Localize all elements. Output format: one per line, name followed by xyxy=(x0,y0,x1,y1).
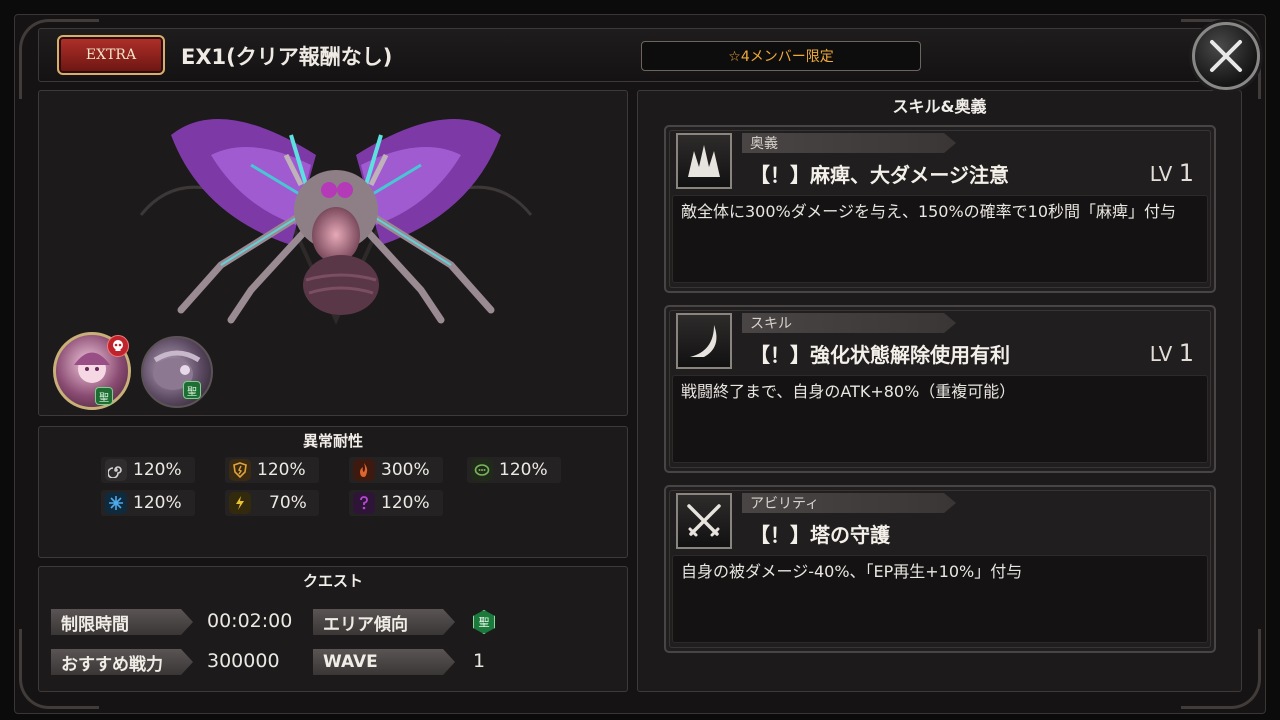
extra-badge: EXTRA xyxy=(57,35,165,75)
skill-description: 戦闘終了まで、自身のATK+80%（重複可能） xyxy=(672,375,1208,463)
skill-type-label: 奥義 xyxy=(742,133,956,153)
freeze-icon xyxy=(105,492,127,514)
attribute-label: 聖 xyxy=(187,386,197,398)
skill-description: 敵全体に300%ダメージを与え、150%の確率で10秒間「麻痺」付与 xyxy=(672,195,1208,283)
resistance-value: 120% xyxy=(499,460,548,480)
close-button[interactable] xyxy=(1192,22,1260,90)
holy-attribute-tile: 聖 xyxy=(473,610,495,634)
skill-card-ultimate[interactable]: 奥義 【！】麻痺、大ダメージ注意 LV 1 敵全体に300%ダメージを与え、15… xyxy=(664,125,1216,293)
skill-icon-frame xyxy=(676,313,732,369)
quest-title: EX1(クリア報酬なし) xyxy=(181,45,393,69)
skill-card-skill[interactable]: スキル 【！】強化状態解除使用有利 LV 1 戦闘終了まで、自身のATK+80%… xyxy=(664,305,1216,473)
status-resistance-panel: 異常耐性 120% 120% 300% 120% 120% 70% 120% xyxy=(38,426,628,558)
confusion-icon xyxy=(353,492,375,514)
resistance-item: 120% xyxy=(101,457,195,483)
resistance-item: 120% xyxy=(349,490,443,516)
skill-level: LV 1 xyxy=(1150,159,1194,187)
skill-name: 【！】麻痺、大ダメージ注意 xyxy=(750,163,1009,187)
skull-icon xyxy=(113,340,123,351)
skill-description: 自身の被ダメージ-40%、「EP再生+10%」付与 xyxy=(672,555,1208,643)
enemy-panel: 聖 聖 xyxy=(38,90,628,416)
paralysis-icon xyxy=(229,492,251,514)
resistance-value: 120% xyxy=(381,493,430,513)
member-limit-label: ☆4メンバー限定 xyxy=(728,49,834,65)
area-tendency-value: 聖 xyxy=(478,616,490,629)
spiral-icon xyxy=(105,459,127,481)
skill-level-label: LV xyxy=(1149,162,1173,186)
skill-type-label: アビリティ xyxy=(742,493,956,513)
quest-header: EXTRA EX1(クリア報酬なし) ☆4メンバー限定 xyxy=(38,28,1242,82)
skills-title: スキル&奥義 xyxy=(892,97,987,116)
resistance-title: 異常耐性 xyxy=(302,432,363,450)
resistance-value: 300% xyxy=(381,460,430,480)
recommended-power-label: おすすめ戦力 xyxy=(51,649,193,675)
resistance-item: 120% xyxy=(225,457,319,483)
quest-info-panel: クエスト 制限時間 00:02:00 エリア傾向 聖 おすすめ戦力 300000… xyxy=(38,566,628,692)
resistance-value: 120% xyxy=(133,460,182,480)
danger-badge xyxy=(107,335,129,357)
enemy-portrait[interactable] xyxy=(141,336,213,408)
resistance-item: 300% xyxy=(349,457,443,483)
skills-panel: スキル&奥義 奥義 【！】麻痺、大ダメージ注意 LV 1 敵全体に300%ダメー… xyxy=(637,90,1242,692)
time-limit-label: 制限時間 xyxy=(51,609,193,635)
skill-name: 【！】強化状態解除使用有利 xyxy=(750,343,1010,367)
silence-icon xyxy=(471,459,493,481)
skill-card-ability[interactable]: アビリティ 【！】塔の守護 自身の被ダメージ-40%、「EP再生+10%」付与 xyxy=(664,485,1216,653)
recommended-power-value: 300000 xyxy=(207,650,280,672)
extra-badge-label: EXTRA xyxy=(85,47,137,63)
time-limit-value: 00:02:00 xyxy=(207,610,293,632)
attribute-label: 聖 xyxy=(99,392,109,404)
quest-info-title: クエスト xyxy=(302,572,363,590)
skill-level: LV 1 xyxy=(1150,339,1194,367)
boss-monster-image xyxy=(139,119,533,325)
skill-icon-frame xyxy=(676,133,732,189)
skill-name: 【！】塔の守護 xyxy=(750,523,890,547)
area-tendency-label: エリア傾向 xyxy=(313,609,455,635)
skill-type-label: スキル xyxy=(742,313,956,333)
resistance-item: 120% xyxy=(467,457,561,483)
close-icon xyxy=(1210,40,1242,72)
skill-level-number: 1 xyxy=(1178,339,1194,367)
wave-value: 1 xyxy=(473,650,486,672)
spikes-icon xyxy=(688,145,720,177)
resistance-value: 120% xyxy=(133,493,182,513)
member-limit-tag: ☆4メンバー限定 xyxy=(641,41,921,71)
resistance-item: 70% xyxy=(225,490,319,516)
skill-level-number: 1 xyxy=(1178,159,1194,187)
shield-break-icon xyxy=(229,459,251,481)
burn-icon xyxy=(353,459,375,481)
wave-label: WAVE xyxy=(313,649,455,675)
crossed-swords-icon xyxy=(687,504,721,537)
holy-attribute-badge: 聖 xyxy=(183,381,201,399)
resistance-item: 120% xyxy=(101,490,195,516)
resistance-value: 70% xyxy=(269,493,307,513)
skill-icon-frame xyxy=(676,493,732,549)
resistance-value: 120% xyxy=(257,460,306,480)
crescent-slash-icon xyxy=(690,325,717,357)
skill-level-label: LV xyxy=(1149,342,1173,366)
holy-attribute-badge: 聖 xyxy=(95,387,113,405)
